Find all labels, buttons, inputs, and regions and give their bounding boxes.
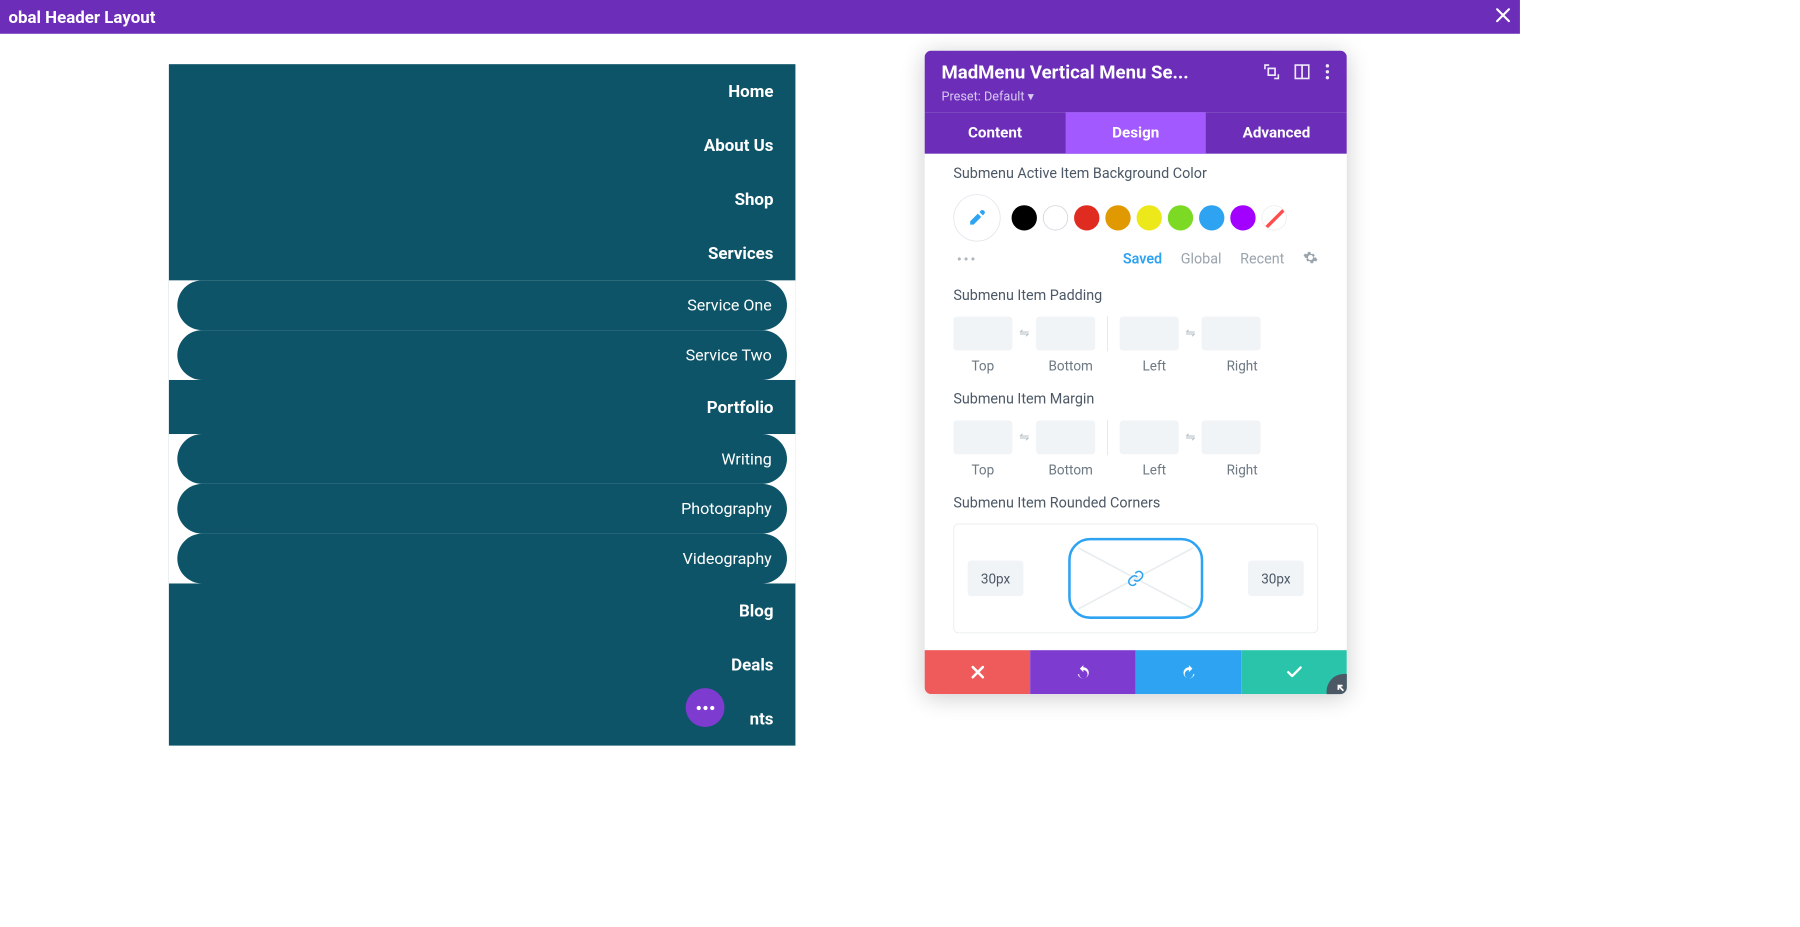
color-swatch[interactable] <box>1230 205 1255 230</box>
color-swatch[interactable] <box>1168 205 1193 230</box>
divider <box>1107 316 1108 351</box>
menu-item-label: nts <box>750 708 774 728</box>
submenu-item[interactable]: Photography <box>177 484 787 534</box>
padding-top-input[interactable] <box>953 317 1012 351</box>
link-icon[interactable]: ⇋ <box>1019 327 1029 341</box>
divider <box>1107 420 1108 455</box>
tab-advanced[interactable]: Advanced <box>1206 112 1347 153</box>
module-actions-icon[interactable] <box>686 688 725 727</box>
settings-panel: MadMenu Vertical Menu Se... Preset: Defa… <box>925 51 1347 694</box>
gear-icon[interactable] <box>1303 250 1318 269</box>
page-title: obal Header Layout <box>8 7 155 27</box>
expand-icon[interactable] <box>1264 64 1279 83</box>
margin-top-input[interactable] <box>953 421 1012 455</box>
color-swatch[interactable] <box>1137 205 1162 230</box>
menu-item-blog[interactable]: Blog <box>169 583 796 637</box>
link-icon[interactable]: ⇋ <box>1185 431 1195 445</box>
redo-button[interactable] <box>1136 650 1242 694</box>
label-left: Left <box>1125 462 1184 478</box>
color-swatch[interactable] <box>1012 205 1037 230</box>
submenu-item[interactable]: Service One <box>177 280 787 330</box>
panel-tabs: Content Design Advanced <box>925 112 1347 153</box>
corner-tr-input[interactable]: 30px <box>1248 561 1304 596</box>
panel-header: MadMenu Vertical Menu Se... Preset: Defa… <box>925 51 1347 113</box>
menu-item-home[interactable]: Home <box>169 64 796 118</box>
preset-recent[interactable]: Recent <box>1240 251 1284 268</box>
top-bar: obal Header Layout <box>0 0 1520 34</box>
field-label: Submenu Item Padding <box>953 287 1318 304</box>
no-color-swatch[interactable] <box>1262 205 1287 230</box>
label-right: Right <box>1213 462 1272 478</box>
padding-inputs: ⇋ ⇋ <box>953 316 1318 351</box>
margin-right-input[interactable] <box>1202 421 1261 455</box>
field-label: Submenu Active Item Background Color <box>953 166 1318 183</box>
margin-left-input[interactable] <box>1119 421 1178 455</box>
margin-labels: Top Bottom Left Right <box>953 462 1318 478</box>
menu-item-last[interactable]: nts <box>169 692 796 746</box>
label-top: Top <box>953 358 1012 374</box>
preset-row: ••• Saved Global Recent <box>953 250 1318 269</box>
more-icon[interactable]: ••• <box>953 250 977 268</box>
rounded-corners-control: 30px 30px <box>953 524 1318 634</box>
field-label: Submenu Item Margin <box>953 391 1318 408</box>
margin-inputs: ⇋ ⇋ <box>953 420 1318 455</box>
margin-bottom-input[interactable] <box>1036 421 1095 455</box>
preset-dropdown[interactable]: Preset: Default ▾ <box>942 89 1330 104</box>
grid-icon[interactable] <box>1294 64 1309 83</box>
menu-item-shop[interactable]: Shop <box>169 172 796 226</box>
padding-labels: Top Bottom Left Right <box>953 358 1318 374</box>
label-left: Left <box>1125 358 1184 374</box>
padding-left-input[interactable] <box>1119 317 1178 351</box>
color-swatches <box>953 194 1318 241</box>
menu-item-services[interactable]: Services <box>169 226 796 280</box>
menu-item-deals[interactable]: Deals <box>169 638 796 692</box>
corners-graphic <box>1039 538 1233 619</box>
color-swatch[interactable] <box>1105 205 1130 230</box>
preset-global[interactable]: Global <box>1181 251 1222 268</box>
tab-design[interactable]: Design <box>1065 112 1206 153</box>
color-swatch[interactable] <box>1199 205 1224 230</box>
submenu-item[interactable]: Service Two <box>177 330 787 380</box>
kebab-icon[interactable] <box>1325 63 1330 83</box>
eyedropper-icon[interactable] <box>953 194 1000 241</box>
submenu-item[interactable]: Writing <box>177 434 787 484</box>
cancel-button[interactable] <box>925 650 1031 694</box>
tab-content[interactable]: Content <box>925 112 1066 153</box>
color-swatch[interactable] <box>1043 205 1068 230</box>
link-icon[interactable]: ⇋ <box>1185 327 1195 341</box>
panel-title: MadMenu Vertical Menu Se... <box>942 62 1249 83</box>
submenu-item[interactable]: Videography <box>177 534 787 584</box>
vertical-menu: Home About Us Shop Services Service One … <box>169 64 796 745</box>
label-top: Top <box>953 462 1012 478</box>
field-label: Submenu Item Rounded Corners <box>953 495 1318 512</box>
color-swatch[interactable] <box>1074 205 1099 230</box>
label-bottom: Bottom <box>1041 358 1100 374</box>
panel-body: Submenu Active Item Background Color •••… <box>925 154 1347 651</box>
padding-right-input[interactable] <box>1202 317 1261 351</box>
undo-button[interactable] <box>1030 650 1136 694</box>
menu-item-about[interactable]: About Us <box>169 118 796 172</box>
padding-bottom-input[interactable] <box>1036 317 1095 351</box>
close-icon[interactable] <box>1495 5 1512 29</box>
submenu-portfolio: Writing Photography Videography <box>169 434 796 583</box>
preset-saved[interactable]: Saved <box>1123 251 1162 268</box>
corner-tl-input[interactable]: 30px <box>968 561 1024 596</box>
menu-preview: Home About Us Shop Services Service One … <box>169 64 796 745</box>
panel-footer <box>925 650 1347 694</box>
label-bottom: Bottom <box>1041 462 1100 478</box>
label-right: Right <box>1213 358 1272 374</box>
submenu-services: Service One Service Two <box>169 280 796 380</box>
menu-item-portfolio[interactable]: Portfolio <box>169 380 796 434</box>
link-icon[interactable]: ⇋ <box>1019 431 1029 445</box>
